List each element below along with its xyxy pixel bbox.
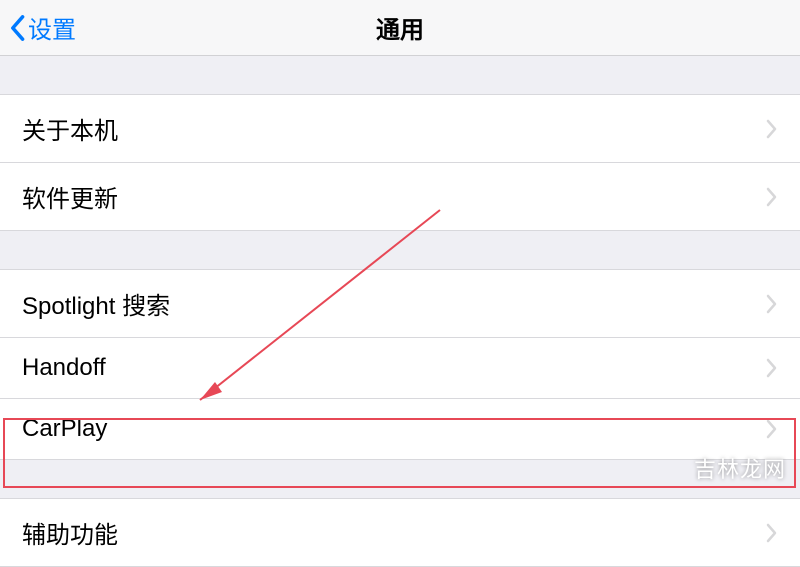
back-button[interactable]: 设置 (0, 10, 76, 45)
list-item-label: 软件更新 (22, 179, 118, 214)
chevron-right-icon (766, 119, 778, 139)
list-item-spotlight[interactable]: Spotlight 搜索 (0, 269, 800, 338)
chevron-right-icon (766, 187, 778, 207)
list-item-about[interactable]: 关于本机 (0, 94, 800, 163)
list-item-accessibility[interactable]: 辅助功能 (0, 498, 800, 567)
list-item-carplay[interactable]: CarPlay (0, 399, 800, 460)
list-item-handoff[interactable]: Handoff (0, 338, 800, 399)
chevron-left-icon (8, 14, 26, 42)
section-features: Spotlight 搜索 Handoff CarPlay (0, 269, 800, 460)
chevron-right-icon (766, 358, 778, 378)
section-about: 关于本机 软件更新 (0, 94, 800, 231)
list-item-software-update[interactable]: 软件更新 (0, 163, 800, 231)
section-accessibility: 辅助功能 (0, 498, 800, 567)
page-title: 通用 (376, 10, 424, 45)
list-item-label: Spotlight 搜索 (22, 286, 170, 321)
chevron-right-icon (766, 294, 778, 314)
list-item-label: CarPlay (22, 415, 107, 443)
section-gap (0, 56, 800, 94)
list-item-label: 关于本机 (22, 111, 118, 146)
chevron-right-icon (766, 419, 778, 439)
list-item-label: Handoff (22, 354, 106, 382)
back-label: 设置 (28, 10, 76, 45)
chevron-right-icon (766, 523, 778, 543)
section-gap (0, 231, 800, 269)
section-gap (0, 460, 800, 498)
watermark: 吉林龙网 (694, 452, 786, 484)
list-item-label: 辅助功能 (22, 515, 118, 550)
navigation-bar: 设置 通用 (0, 0, 800, 56)
